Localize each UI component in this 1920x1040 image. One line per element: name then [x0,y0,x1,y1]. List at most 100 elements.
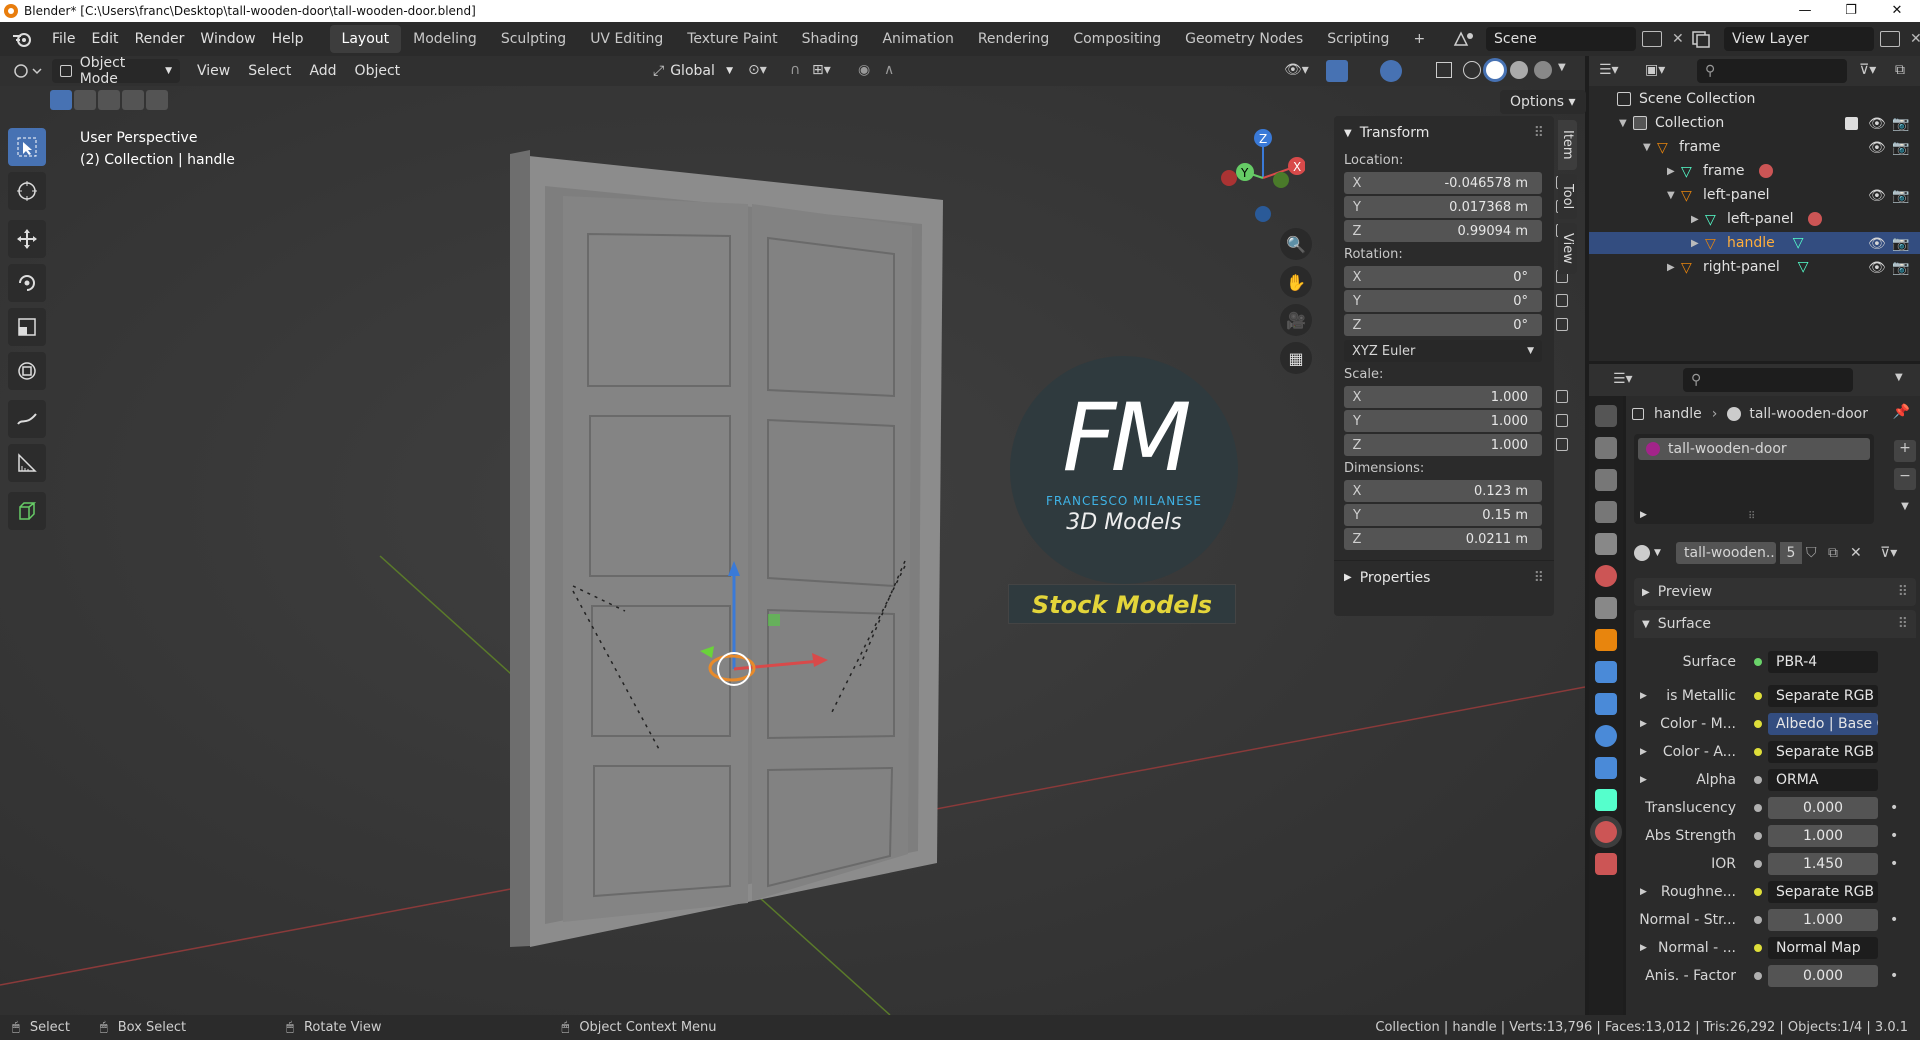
camera-icon[interactable]: 📷 [1892,236,1909,252]
outliner-row-handle[interactable]: ▶ ▽ handle ▽ 👁 📷 [1589,232,1920,254]
transform-orientation-dropdown[interactable]: ⤢ Global ▼ [645,59,741,83]
lock-icon[interactable] [1556,438,1568,451]
add-cube-tool[interactable] [8,492,46,530]
socket-dot-icon[interactable] [1754,888,1762,896]
menu-select[interactable]: Select [239,63,300,79]
socket-dot-icon[interactable] [1754,692,1762,700]
remove-slot-button[interactable]: − [1894,468,1916,490]
solid-shading-icon[interactable] [1486,61,1504,79]
tab-texture-paint[interactable]: Texture Paint [675,25,789,53]
navigation-gizmo[interactable]: Z X Y [1215,126,1306,230]
transform-tool[interactable] [8,352,46,390]
new-view-layer-icon[interactable] [1880,31,1900,47]
view-layer-icon[interactable] [1690,29,1718,49]
socket-link-field[interactable]: Separate RGB [1768,881,1878,903]
dimension-y-field[interactable]: Y 0.15 m [1344,504,1542,526]
outliner-search-input[interactable]: ⚲ [1697,59,1847,83]
surface-panel-header[interactable]: ▼ Surface ⠿ [1634,610,1916,638]
rotation-mode-dropdown[interactable]: XYZ Euler ▼ [1344,340,1542,362]
proportional-edit-icon[interactable]: ◉ [858,62,870,78]
move-tool[interactable] [8,220,46,258]
socket-link-field[interactable]: Normal Map [1768,937,1878,959]
tab-tool[interactable]: Tool [1558,173,1577,219]
keyframe-dot-icon[interactable]: • [1890,856,1898,872]
proportional-falloff-icon[interactable]: ∧ [884,62,894,78]
expand-arrow-icon[interactable]: ▶ [1640,943,1647,953]
pivot-point-icon[interactable]: ⊙▾ [748,62,767,78]
rotate-tool[interactable] [8,264,46,302]
duplicate-material-icon[interactable]: ⧉ [1828,545,1846,561]
keyframe-dot-icon[interactable]: • [1890,800,1898,816]
snap-icon[interactable]: ∩ [790,62,800,78]
socket-link-field[interactable]: Separate RGB [1768,741,1878,763]
properties-search-input[interactable]: ⚲ [1683,368,1853,392]
lock-icon[interactable] [1556,318,1568,331]
keyframe-dot-icon[interactable]: • [1890,968,1898,984]
socket-dot-icon[interactable] [1754,944,1762,952]
menu-file[interactable]: File [44,31,83,47]
socket-value-field[interactable]: 1.450 [1768,853,1878,875]
outliner-row-scene-collection[interactable]: Scene Collection [1589,88,1920,110]
outliner-row-collection[interactable]: ▼ Collection 👁 📷 [1589,112,1920,134]
outliner-row-left-panel[interactable]: ▼ ▽ left-panel 👁 📷 [1589,184,1920,206]
material-users-count[interactable]: 5 [1780,542,1802,564]
menu-render[interactable]: Render [127,31,193,47]
outliner-row-frame[interactable]: ▼ ▽ frame 👁 📷 [1589,136,1920,158]
socket-value-field[interactable]: 1.000 [1768,909,1878,931]
cursor-tool[interactable] [8,172,46,210]
menu-edit[interactable]: Edit [83,31,126,47]
menu-help[interactable]: Help [264,31,312,47]
scale-y-field[interactable]: Y 1.000 [1344,410,1568,432]
new-collection-icon[interactable]: ⧉ [1895,62,1905,78]
rotation-x-field[interactable]: X 0° [1344,266,1568,288]
gizmo-y-label[interactable]: Y [1240,166,1249,180]
filter-icon[interactable]: ⊽▾ [1859,62,1876,78]
expand-arrow-icon[interactable]: ▶ [1640,887,1647,897]
eye-icon[interactable]: 👁 [1868,116,1886,132]
select-invert-icon[interactable] [122,90,144,110]
select-new-icon[interactable] [50,90,72,110]
shading-options-icon[interactable]: ▼ [1558,62,1566,73]
select-box-tool[interactable] [8,128,46,166]
resize-handle-icon[interactable]: ⠿ [1748,511,1755,522]
camera-view-icon[interactable]: 🎥 [1280,304,1312,336]
select-extend-icon[interactable] [74,90,96,110]
material-name-field[interactable]: tall-wooden... [1676,542,1776,564]
select-intersect-icon[interactable] [146,90,168,110]
browse-material-icon[interactable]: ▼ [1634,542,1672,564]
measure-tool[interactable] [8,444,46,482]
camera-icon[interactable]: 📷 [1892,116,1909,132]
menu-window[interactable]: Window [192,31,263,47]
socket-dot-icon[interactable] [1754,804,1762,812]
material-shading-icon[interactable] [1510,61,1528,79]
delete-view-layer-icon[interactable]: ✕ [1910,31,1920,47]
tab-shading[interactable]: Shading [790,25,871,53]
delete-scene-icon[interactable]: ✕ [1672,31,1688,47]
outliner-row-frame-mesh[interactable]: ▶ ▽ frame [1589,160,1920,182]
properties-editor-icon[interactable]: ☰▾ [1613,371,1633,387]
lock-icon[interactable] [1556,294,1568,307]
checkbox-icon[interactable] [1845,116,1858,130]
eye-icon[interactable]: 👁 [1868,236,1886,252]
render-tab-icon[interactable] [1595,437,1617,459]
expand-arrow-icon[interactable]: ▶ [1640,775,1647,785]
tab-animation[interactable]: Animation [870,25,965,53]
add-slot-button[interactable]: + [1894,440,1916,462]
texture-tab-icon[interactable] [1595,853,1617,875]
tab-scripting[interactable]: Scripting [1315,25,1401,53]
tab-view[interactable]: View [1558,222,1577,274]
constraints-tab-icon[interactable] [1595,757,1617,779]
zoom-icon[interactable]: 🔍 [1280,228,1312,260]
view-layer-tab-icon[interactable] [1595,501,1617,523]
view-layer-selector[interactable]: View Layer [1724,27,1874,51]
node-tree-icon[interactable]: ⊽▾ [1880,545,1910,561]
dimension-x-field[interactable]: X 0.123 m [1344,480,1542,502]
preview-panel-header[interactable]: ▶ Preview ⠿ [1634,578,1916,606]
visibility-icon[interactable]: 👁▾ [1284,62,1309,78]
socket-link-field[interactable]: ORMA [1768,769,1878,791]
collection-tab-icon[interactable] [1595,597,1617,619]
location-z-field[interactable]: Z 0.99094 m [1344,220,1568,242]
outliner-editor-icon[interactable]: ☰▾ [1599,62,1619,78]
output-tab-icon[interactable] [1595,469,1617,491]
properties-panel-header[interactable]: ▶ Properties ⠿ [1334,560,1554,594]
